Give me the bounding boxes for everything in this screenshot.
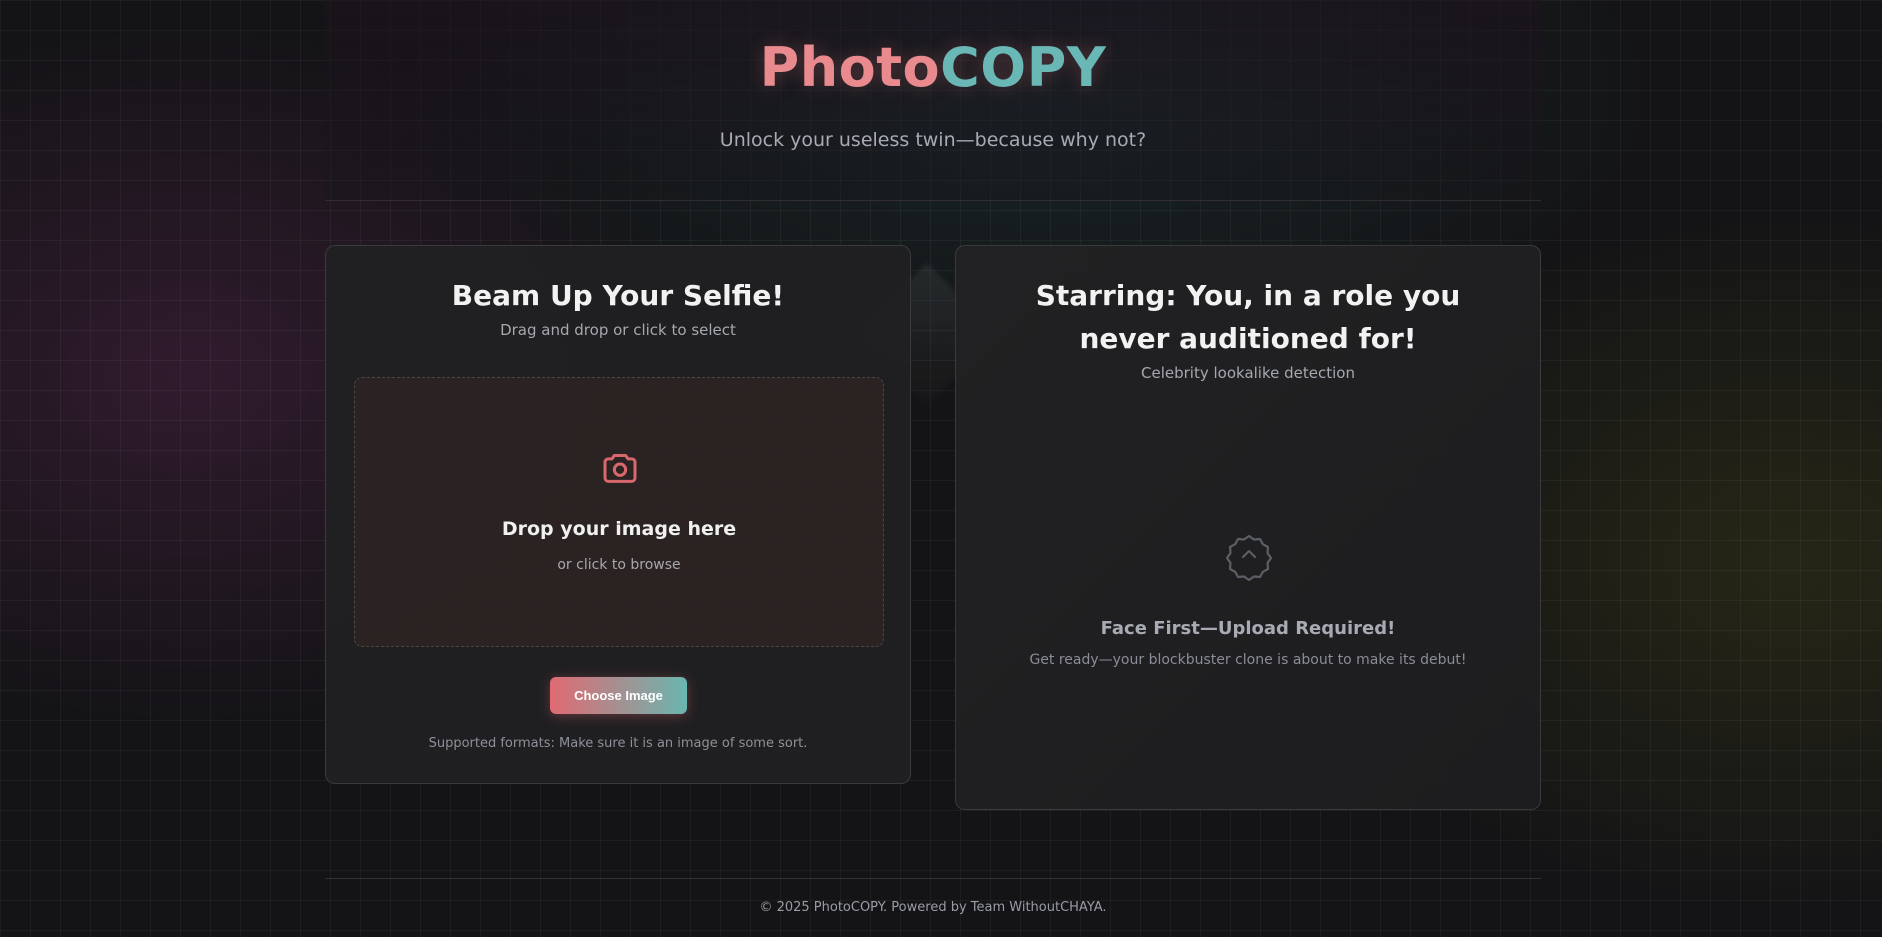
upload-card: Beam Up Your Selfie! Drag and drop or cl…: [325, 245, 911, 784]
empty-state-title: Face First—Upload Required!: [1100, 618, 1396, 639]
result-subtitle: Celebrity lookalike detection: [1141, 364, 1355, 382]
badge-icon: [1225, 534, 1273, 582]
footer-text: © 2025 PhotoCOPY. Powered by Team Withou…: [759, 900, 1107, 915]
app-logo: PhotoCOPY: [325, 36, 1541, 99]
drop-title: Drop your image here: [501, 518, 737, 540]
logo-photo: Photo: [759, 36, 941, 99]
page-container: PhotoCOPY Unlock your useless twin—becau…: [325, 0, 1541, 937]
supported-formats-note: Supported formats: Make sure it is an im…: [428, 736, 808, 751]
site-header: PhotoCOPY Unlock your useless twin—becau…: [325, 0, 1541, 201]
site-footer: © 2025 PhotoCOPY. Powered by Team Withou…: [325, 878, 1541, 937]
camera-icon: [603, 454, 637, 483]
upload-title: Beam Up Your Selfie!: [451, 279, 785, 312]
result-title: Starring: You, in a role you never audit…: [1035, 279, 1461, 355]
drop-zone[interactable]: Drop your image here or click to browse: [354, 377, 884, 647]
upload-subtitle: Drag and drop or click to select: [500, 321, 736, 339]
logo-copy: COPY: [940, 36, 1107, 99]
drop-subtitle: or click to browse: [557, 557, 681, 573]
empty-state-subtitle: Get ready—your blockbuster clone is abou…: [1029, 652, 1467, 668]
tagline: Unlock your useless twin—because why not…: [719, 129, 1147, 151]
result-card: Starring: You, in a role you never audit…: [955, 245, 1541, 810]
choose-image-button[interactable]: Choose Image: [550, 677, 687, 714]
